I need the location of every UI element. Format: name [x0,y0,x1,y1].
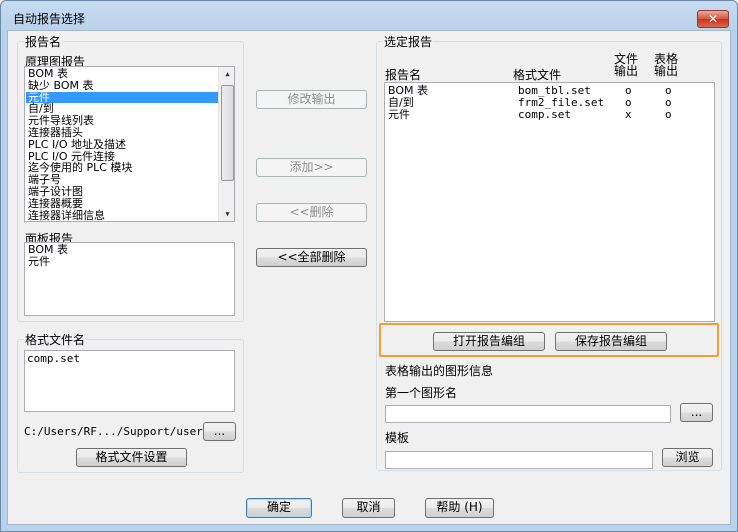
report-name-cell: 元件 [388,108,410,121]
schematic-report-item[interactable]: 缺少 BOM 表 [26,79,218,92]
scroll-up-icon[interactable]: ▲ [220,67,234,81]
format-file-cell: comp.set [518,108,571,121]
open-report-group-button[interactable]: 打开报告编组 [433,332,545,351]
delete-all-button[interactable]: <<全部删除 [256,248,367,267]
schematic-report-item[interactable]: 连接器概要 [26,197,218,210]
table-graphics-label: 表格输出的图形信息 [385,364,494,378]
format-browse-button[interactable]: ... [203,422,236,441]
modify-output-button[interactable]: 修改输出 [256,90,367,109]
schematic-report-item[interactable]: 连接器插头 [26,127,218,139]
first-graphic-browse-button[interactable]: ... [680,403,713,422]
delete-button[interactable]: <<删除 [256,203,367,222]
template-label: 模板 [385,431,410,445]
save-report-group-button[interactable]: 保存报告编组 [555,332,667,351]
first-graphic-input[interactable] [385,405,671,423]
scroll-down-icon[interactable]: ▼ [220,207,234,221]
schematic-report-item[interactable]: 连接器详细信息 [26,209,218,221]
selected-reports-list[interactable]: BOM 表 bom_tbl.set o o 自/到 frm2_file.set o o 元件 co… [384,82,715,322]
panel-report-item[interactable]: BOM 表 [26,244,231,256]
selected-reports-group-label: 选定报告 [383,33,434,50]
add-button[interactable]: 添加>> [256,158,367,177]
file-output-cell: x [625,108,632,121]
cancel-button[interactable]: 取消 [342,498,395,518]
schematic-report-list[interactable]: BOM 表缺少 BOM 表元件 自/到 元件导线列表 连接器插头 PLC I/O 地址及… [24,66,235,222]
scroll-thumb[interactable] [221,85,234,181]
window-title: 自动报告选择 [13,12,86,26]
schematic-list-scrollbar[interactable]: ▲ ▼ [218,67,234,221]
report-group-buttons-highlight [379,323,719,357]
column-table-output: 表格输出 [654,52,679,78]
selected-report-rows: BOM 表 bom_tbl.set o o 自/到 frm2_file.set o o 元件 co… [388,85,708,121]
template-input[interactable] [385,451,653,469]
format-file-item[interactable]: comp.set [25,353,234,365]
title-bar[interactable]: 自动报告选择 ✕ [1,1,737,31]
report-name-group-label: 报告名 [24,33,63,50]
help-button[interactable]: 帮助 (H) [425,498,494,518]
schematic-report-items: BOM 表缺少 BOM 表元件 自/到 元件导线列表 连接器插头 PLC I/O 地址及… [26,68,218,221]
selected-report-row[interactable]: 元件 comp.set x o [388,109,708,121]
template-browse-button[interactable]: 浏览 [662,448,713,467]
panel-report-list[interactable]: BOM 表元件 [24,242,235,316]
schematic-report-item[interactable]: 元件 [26,91,218,104]
format-file-group-label: 格式文件名 [24,331,87,348]
column-report-name: 报告名 [385,68,422,82]
close-button[interactable]: ✕ [697,10,729,28]
schematic-report-item[interactable]: PLC I/O 地址及描述 [26,138,218,151]
format-file-path: C:/Users/RF.../Support/user/ [24,425,210,438]
ok-button[interactable]: 确定 [246,498,312,518]
first-graphic-label: 第一个图形名 [385,386,458,400]
panel-report-items: BOM 表元件 [26,244,231,268]
panel-report-item[interactable]: 元件 [26,255,231,268]
column-format-file: 格式文件 [513,68,562,82]
schematic-report-item[interactable]: 端子设计图 [26,186,218,198]
table-output-cell: o [665,108,672,121]
format-file-list[interactable]: comp.set [24,350,235,412]
format-settings-button[interactable]: 格式文件设置 [76,448,187,467]
column-file-output: 文件输出 [614,52,639,78]
